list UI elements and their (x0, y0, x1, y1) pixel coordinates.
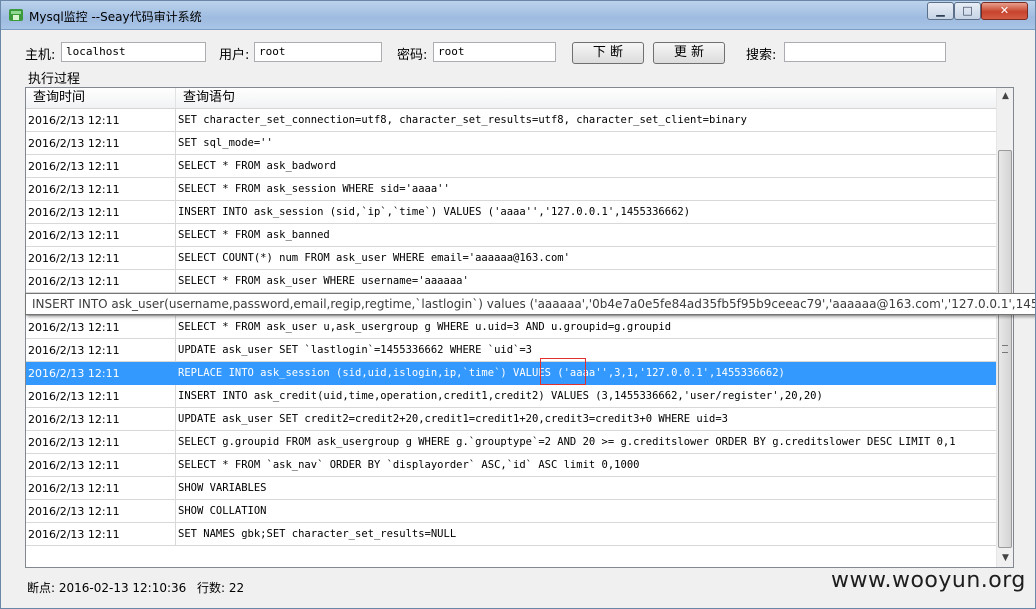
user-input[interactable]: root (254, 42, 382, 62)
query-text-cell: SET character_set_connection=utf8, chara… (176, 109, 996, 132)
query-time-cell: 2016/2/13 12:11 (26, 247, 176, 270)
query-time-cell: 2016/2/13 12:11 (26, 201, 176, 224)
query-text-cell: SELECT * FROM ask_session WHERE sid='aaa… (176, 178, 996, 201)
table-row[interactable]: 2016/2/13 12:11 SELECT g.groupid FROM ask… (26, 431, 996, 454)
table-row[interactable]: 2016/2/13 12:11 SELECT * FROM ask_user u,… (26, 316, 996, 339)
query-time-cell: 2016/2/13 12:11 (26, 431, 176, 454)
table-row[interactable]: 2016/2/13 12:11 SELECT * FROM ask_banned (26, 224, 996, 247)
query-text-cell: SET NAMES gbk;SET character_set_results=… (176, 523, 996, 546)
list-header: 查询时间 查询语句 (26, 88, 996, 109)
host-input[interactable]: localhost (61, 42, 206, 62)
query-text-cell: SELECT * FROM `ask_nav` ORDER BY `displa… (176, 454, 996, 477)
scroll-down-arrow-icon[interactable]: ▼ (997, 550, 1013, 567)
query-time-cell: 2016/2/13 12:11 (26, 385, 176, 408)
break-button[interactable]: 下 断 (572, 42, 644, 64)
scroll-thumb[interactable] (998, 150, 1012, 548)
query-text-cell: SELECT * FROM ask_user WHERE username='a… (176, 270, 996, 293)
status-breakpoint: 断点: 2016-02-13 12:10:36 (27, 581, 187, 595)
table-row[interactable]: 2016/2/13 12:11 SELECT * FROM ask_session… (26, 178, 996, 201)
user-label: 用户: (219, 48, 250, 63)
vertical-scrollbar[interactable]: ▲ ▼ (996, 88, 1013, 567)
table-row[interactable]: 2016/2/13 12:11 SET character_set_connect… (26, 109, 996, 132)
query-log-list[interactable]: 查询时间 查询语句 2016/2/13 12:11 SET character_s… (25, 87, 1014, 568)
query-time-cell: 2016/2/13 12:11 (26, 224, 176, 247)
query-text-cell: SELECT * FROM ask_user u,ask_usergroup g… (176, 316, 996, 339)
table-row[interactable]: 2016/2/13 12:11 UPDATE ask_user SET `last… (26, 339, 996, 362)
query-text-cell: UPDATE ask_user SET `lastlogin`=14553366… (176, 339, 996, 362)
query-time-cell: 2016/2/13 12:11 (26, 155, 176, 178)
query-text-cell: UPDATE ask_user SET credit2=credit2+20,c… (176, 408, 996, 431)
query-time-cell: 2016/2/13 12:11 (26, 523, 176, 546)
status-row-count: 行数: 22 (197, 581, 245, 595)
column-header-query[interactable]: 查询语句 (176, 88, 996, 108)
table-row[interactable]: 2016/2/13 12:11 SELECT * FROM `ask_nav` O… (26, 454, 996, 477)
watermark: www.wooyun.org (831, 568, 1026, 593)
query-text-cell: SHOW COLLATION (176, 500, 996, 523)
scroll-up-arrow-icon[interactable]: ▲ (997, 88, 1013, 105)
minimize-button[interactable]: ▁ (927, 2, 954, 20)
search-label: 搜索: (746, 48, 777, 63)
query-text-cell: INSERT INTO ask_session (sid,`ip`,`time`… (176, 201, 996, 224)
password-input[interactable]: root (433, 42, 556, 62)
app-icon (9, 9, 23, 21)
password-label: 密码: (397, 48, 428, 63)
maximize-button[interactable]: □ (954, 2, 981, 20)
table-row[interactable]: 2016/2/13 12:11 INSERT INTO ask_session (… (26, 201, 996, 224)
scroll-grip-icon (1002, 345, 1008, 353)
query-time-cell: 2016/2/13 12:11 (26, 362, 176, 385)
host-label: 主机: (25, 48, 56, 63)
table-row[interactable]: 2016/2/13 12:11 SET sql_mode='' (26, 132, 996, 155)
update-button[interactable]: 更 新 (653, 42, 725, 64)
query-time-cell: 2016/2/13 12:11 (26, 454, 176, 477)
title-bar[interactable]: Mysql监控 --Seay代码审计系统 ▁ □ ✕ (1, 1, 1035, 30)
highlight-box (540, 358, 586, 385)
mysql-monitor-window: Mysql监控 --Seay代码审计系统 ▁ □ ✕ 主机: localhost… (0, 0, 1036, 609)
query-time-cell: 2016/2/13 12:11 (26, 316, 176, 339)
window-title: Mysql监控 --Seay代码审计系统 (29, 10, 202, 24)
query-text-cell: SET sql_mode='' (176, 132, 996, 155)
query-time-cell: 2016/2/13 12:11 (26, 408, 176, 431)
table-row[interactable]: 2016/2/13 12:11 SHOW VARIABLES (26, 477, 996, 500)
close-button[interactable]: ✕ (981, 2, 1028, 20)
query-text-cell: SELECT * FROM ask_banned (176, 224, 996, 247)
table-row[interactable]: 2016/2/13 12:11 SET NAMES gbk;SET charact… (26, 523, 996, 546)
table-row[interactable]: 2016/2/13 12:11 SELECT COUNT(*) num FROM … (26, 247, 996, 270)
query-time-cell: 2016/2/13 12:11 (26, 500, 176, 523)
query-time-cell: 2016/2/13 12:11 (26, 109, 176, 132)
column-header-time[interactable]: 查询时间 (26, 88, 176, 108)
query-text-cell: INSERT INTO ask_credit(uid,time,operatio… (176, 385, 996, 408)
query-time-cell: 2016/2/13 12:11 (26, 339, 176, 362)
table-row[interactable]: 2016/2/13 12:11 SELECT * FROM ask_user WH… (26, 270, 996, 293)
query-time-cell: 2016/2/13 12:11 (26, 132, 176, 155)
table-row[interactable]: 2016/2/13 12:11 REPLACE INTO ask_session … (26, 362, 996, 385)
query-tooltip: INSERT INTO ask_user(username,password,e… (25, 293, 1035, 315)
query-text-cell: SHOW VARIABLES (176, 477, 996, 500)
query-time-cell: 2016/2/13 12:11 (26, 270, 176, 293)
execution-group-label: 执行过程 (28, 72, 81, 87)
query-text-cell: SELECT * FROM ask_badword (176, 155, 996, 178)
table-row[interactable]: 2016/2/13 12:11 SELECT * FROM ask_badword (26, 155, 996, 178)
table-row[interactable]: 2016/2/13 12:11 UPDATE ask_user SET credi… (26, 408, 996, 431)
search-input[interactable] (784, 42, 946, 62)
query-text-cell: SELECT g.groupid FROM ask_usergroup g WH… (176, 431, 996, 454)
query-time-cell: 2016/2/13 12:11 (26, 477, 176, 500)
query-text-cell: SELECT COUNT(*) num FROM ask_user WHERE … (176, 247, 996, 270)
query-text-cell: REPLACE INTO ask_session (sid,uid,islogi… (176, 362, 996, 385)
query-time-cell: 2016/2/13 12:11 (26, 178, 176, 201)
table-row[interactable]: 2016/2/13 12:11 INSERT INTO ask_credit(ui… (26, 385, 996, 408)
table-row[interactable]: 2016/2/13 12:11 SHOW COLLATION (26, 500, 996, 523)
